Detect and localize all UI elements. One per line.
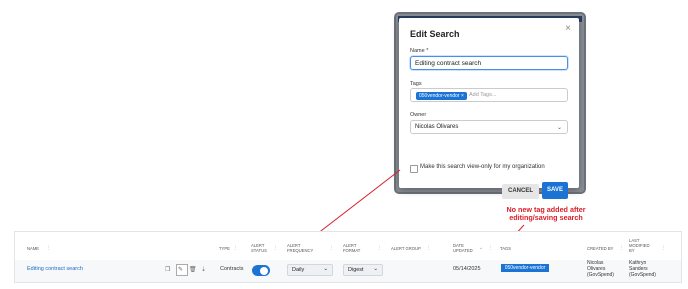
download-icon[interactable]: ⇣	[201, 266, 206, 273]
name-label: Name *	[410, 48, 429, 54]
owner-label: Owner	[410, 112, 427, 118]
column-menu-icon[interactable]: ⋮	[46, 245, 51, 251]
column-menu-icon[interactable]: ⋮	[273, 245, 278, 251]
column-menu-icon[interactable]: ⋮	[661, 245, 666, 251]
chevron-down-icon: ⌄	[556, 125, 562, 131]
column-menu-icon[interactable]: ⋮	[426, 245, 431, 251]
sort-icon[interactable]: ⌄	[479, 245, 483, 251]
table-row[interactable]: Editing contract search ❐ ✎ 🗑 ⇣ Contract…	[15, 260, 681, 282]
header-tags[interactable]: TAGS	[500, 246, 511, 251]
header-date-updated[interactable]: DATE UPDATED	[453, 243, 477, 253]
header-name[interactable]: NAME	[27, 246, 39, 251]
header-last-modified-by[interactable]: LAST MODIFIED BY	[629, 238, 655, 253]
table-header: NAME ⋮ TYPE ⋮ ALERT STATUS ⋮ ALERT FREQU…	[15, 232, 681, 261]
date-updated-value: 05/14/2025	[453, 266, 481, 272]
saved-searches-table: NAME ⋮ TYPE ⋮ ALERT STATUS ⋮ ALERT FREQU…	[14, 231, 682, 283]
alert-status-toggle[interactable]	[252, 265, 270, 276]
save-button[interactable]: SAVE	[542, 182, 568, 199]
tags-input[interactable]: 050vendor-vendor × Add Tags...	[410, 88, 568, 102]
view-only-label: Make this search view-only for my organi…	[420, 164, 545, 170]
annotation-text: No new tag added after editing/saving se…	[506, 205, 586, 222]
delete-icon[interactable]: 🗑	[189, 266, 197, 273]
header-alert-format[interactable]: ALERT FORMAT	[343, 243, 367, 253]
column-menu-icon[interactable]: ⋮	[377, 245, 382, 251]
type-value: Contracts	[220, 266, 244, 272]
owner-select[interactable]: Nicolas Olivares ⌄	[410, 120, 568, 134]
name-input[interactable]: Editing contract search	[410, 56, 568, 70]
view-only-checkbox[interactable]	[410, 165, 418, 173]
chevron-down-icon: ⌄	[373, 266, 378, 272]
column-menu-icon[interactable]: ⋮	[233, 245, 238, 251]
owner-value: Nicolas Olivares	[415, 124, 459, 130]
chevron-down-icon: ⌄	[323, 266, 328, 272]
column-menu-icon[interactable]: ⋮	[619, 245, 624, 251]
column-menu-icon[interactable]: ⋮	[329, 245, 334, 251]
add-tags-placeholder: Add Tags...	[469, 92, 497, 98]
frequency-select[interactable]: Daily ⌄	[287, 264, 333, 276]
column-menu-icon[interactable]: ⋮	[488, 245, 493, 251]
search-name-link[interactable]: Editing contract search	[27, 266, 83, 272]
edit-icon[interactable]: ✎	[178, 266, 183, 273]
header-type[interactable]: TYPE	[219, 246, 230, 251]
tag-badge[interactable]: 050vendor-vendor	[501, 264, 549, 272]
copy-icon[interactable]: ❐	[165, 266, 170, 273]
close-icon[interactable]: ×	[565, 23, 571, 34]
edit-search-modal: Edit Search × Name * Editing contract se…	[399, 18, 579, 199]
toggle-knob	[260, 266, 268, 275]
cancel-button[interactable]: CANCEL	[502, 184, 539, 199]
tag-chip[interactable]: 050vendor-vendor ×	[416, 91, 467, 100]
frequency-value: Daily	[292, 267, 305, 273]
format-value: Digest	[348, 267, 364, 273]
format-select[interactable]: Digest ⌄	[343, 264, 383, 276]
header-alert-group[interactable]: ALERT GROUP	[391, 246, 421, 251]
created-by-value: Nicolas Olivares (GovSpend)	[587, 260, 614, 278]
header-alert-status[interactable]: ALERT STATUS	[251, 243, 273, 253]
tags-label: Tags	[410, 81, 422, 87]
header-alert-frequency[interactable]: ALERT FREQUENCY	[287, 243, 317, 253]
modal-title: Edit Search	[410, 29, 460, 39]
modified-by-value: Kathryn Sanders (GovSpend)	[629, 260, 656, 278]
header-created-by[interactable]: CREATED BY	[587, 246, 613, 251]
